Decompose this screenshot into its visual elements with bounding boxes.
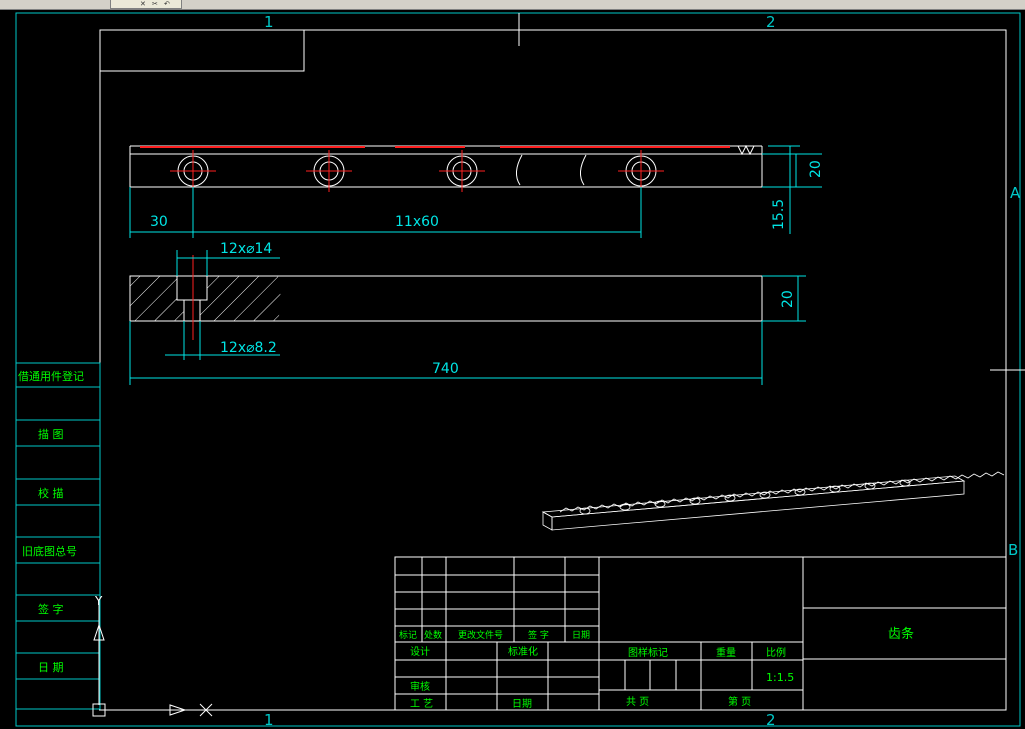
label-sheet-no: 第 页 xyxy=(728,695,751,708)
label-sheets-total: 共 页 xyxy=(626,696,649,708)
undo-icon[interactable]: ↶ xyxy=(164,0,170,8)
ucs-y-label: Y xyxy=(94,594,103,608)
rack-side-section xyxy=(129,255,763,340)
label-date: 日期 xyxy=(512,698,532,710)
rack-top-view xyxy=(129,144,763,188)
rev-header-sign: 签 字 xyxy=(528,629,549,641)
rev-header-mark: 标记 xyxy=(399,629,417,641)
dim-offset: 15.5 xyxy=(771,199,787,230)
zone-right-a: A xyxy=(1010,184,1021,202)
drawing-canvas[interactable]: 1 2 1 2 A B 借通用件登记 描 图 校 描 旧底图总号 签 字 日 期 xyxy=(0,10,1025,729)
side-label-borrow: 借通用件登记 xyxy=(18,369,84,383)
dim-hole-pitch: 11x60 xyxy=(395,214,439,230)
rev-header-doc: 更改文件号 xyxy=(458,629,503,641)
mounting-holes xyxy=(170,150,664,192)
side-label-trace: 描 图 xyxy=(38,427,64,441)
zone-right-b: B xyxy=(1008,541,1018,559)
dim-through-hole: 12x⌀8.2 xyxy=(220,340,277,356)
label-review: 审核 xyxy=(410,680,430,693)
window-top-strip: ✕ ✂ ↶ xyxy=(0,0,1025,10)
label-standard: 标准化 xyxy=(508,645,538,658)
label-process: 工 艺 xyxy=(410,698,433,710)
side-label-old-number: 旧底图总号 xyxy=(22,544,77,558)
dim-height-side: 20 xyxy=(780,290,796,308)
side-label-sign: 签 字 xyxy=(38,602,64,616)
side-label-date: 日 期 xyxy=(38,661,64,674)
scale-value: 1:1.5 xyxy=(766,671,794,684)
label-scale: 比例 xyxy=(766,646,786,659)
dimension-lines-top xyxy=(129,145,822,238)
rack-isometric-view xyxy=(541,471,1005,531)
label-stage-mark: 图样标记 xyxy=(628,646,668,659)
label-design: 设计 xyxy=(410,645,430,658)
toolbar-tab[interactable] xyxy=(110,0,182,9)
close-icon[interactable]: ✕ xyxy=(140,0,146,8)
scissors-icon[interactable]: ✂ xyxy=(152,0,158,8)
ucs-icon xyxy=(92,600,213,717)
zone-top-2: 2 xyxy=(766,13,776,31)
zone-bottom-2: 2 xyxy=(766,711,776,729)
rev-header-date: 日期 xyxy=(572,630,590,641)
dim-height-top: 20 xyxy=(808,160,824,178)
dim-counterbore: 12x⌀14 xyxy=(220,241,272,257)
dim-left-pitch: 30 xyxy=(150,214,168,230)
part-name: 齿条 xyxy=(888,626,914,642)
side-label-check: 校 描 xyxy=(38,486,64,500)
label-weight: 重量 xyxy=(716,646,736,659)
drawing-frame xyxy=(15,12,1025,727)
side-table xyxy=(15,362,101,710)
rev-header-count: 处数 xyxy=(424,629,442,641)
zone-top-1: 1 xyxy=(264,13,274,31)
dim-length: 740 xyxy=(432,361,459,377)
zone-bottom-1: 1 xyxy=(264,711,274,729)
